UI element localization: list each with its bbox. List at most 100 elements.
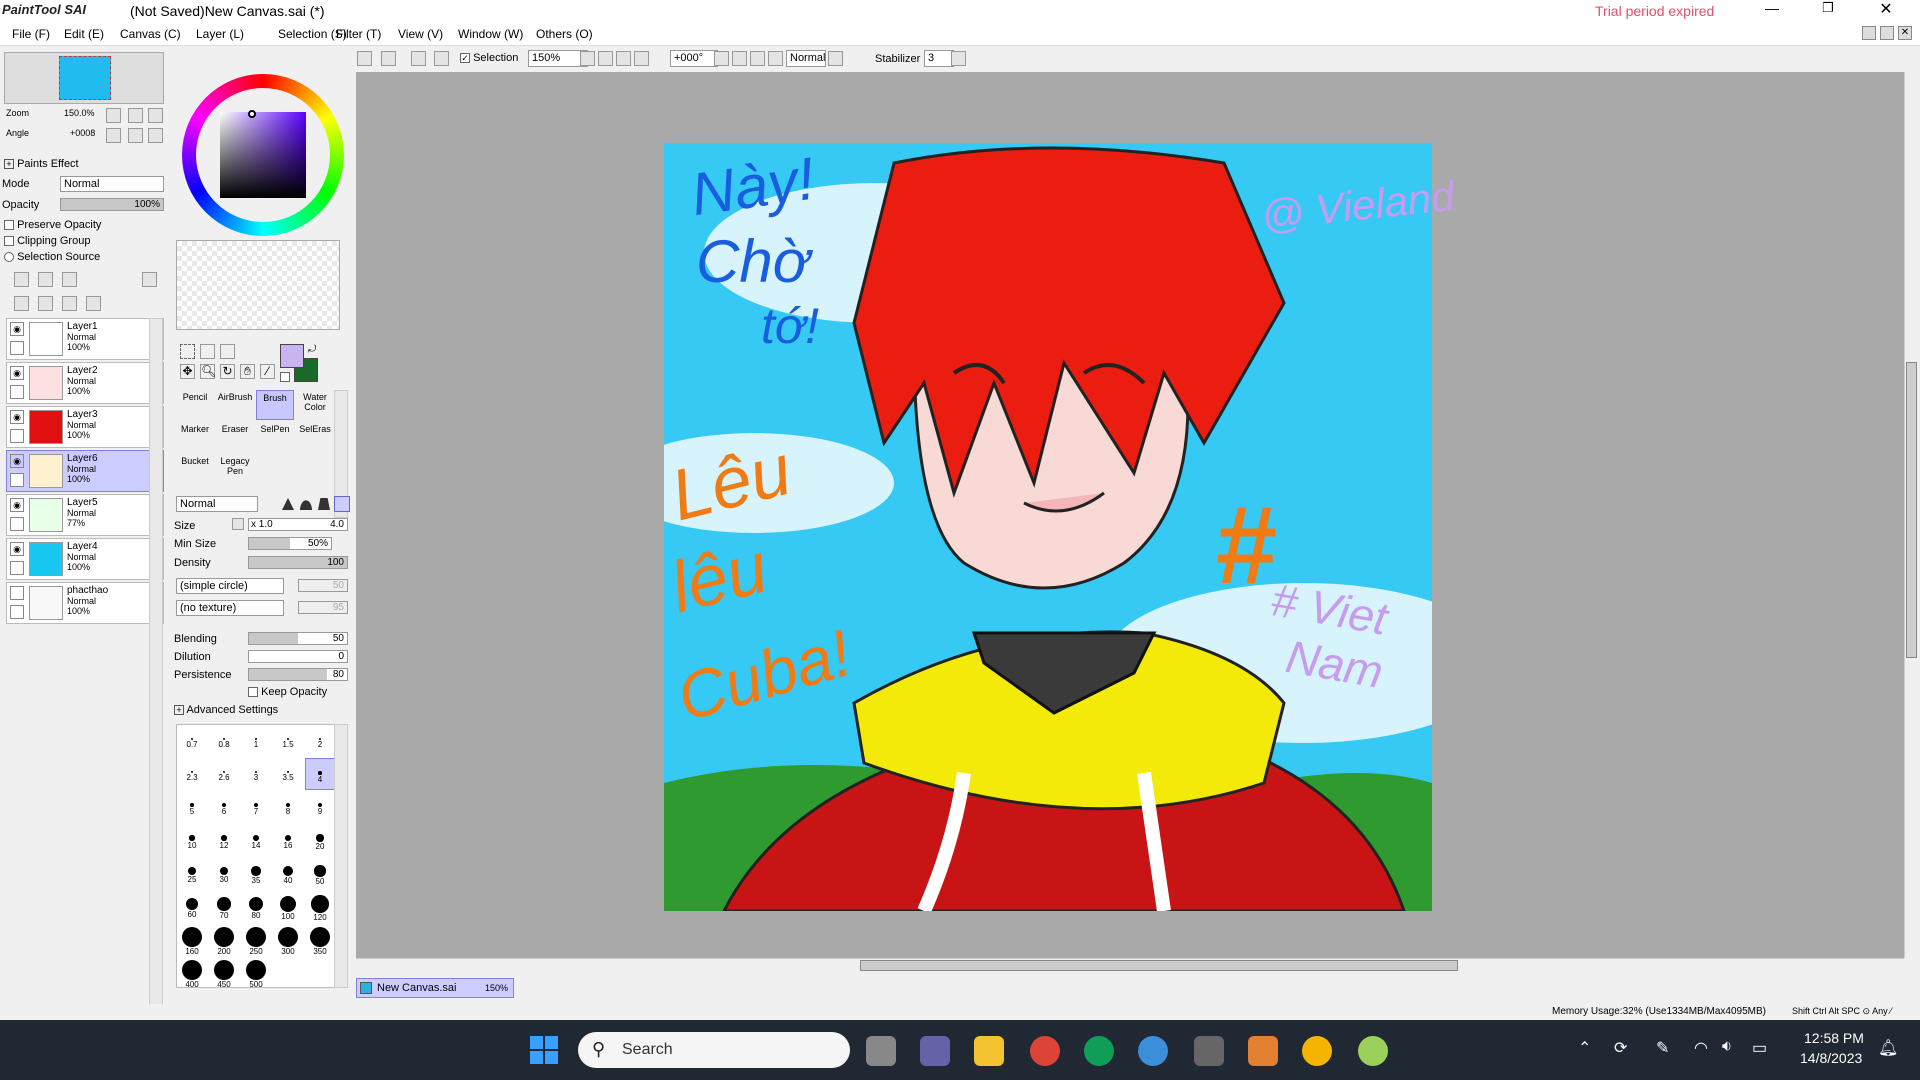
size-slider[interactable]: x 1.0 4.0 [248, 518, 348, 531]
nav-zoom-in-button[interactable] [128, 108, 143, 123]
zoom-in-button[interactable] [616, 51, 631, 66]
keep-opacity-option[interactable]: Keep Opacity [248, 686, 327, 698]
brush-size-option[interactable]: 500 [241, 956, 271, 989]
pen-icon[interactable]: ✎ [1656, 1038, 1669, 1058]
shape-strength-slider[interactable]: 50 [298, 579, 348, 592]
tool-brush[interactable]: Brush [256, 390, 294, 420]
opacity-slider[interactable]: 100% [60, 198, 164, 211]
horizontal-scroll-thumb[interactable] [860, 960, 1458, 971]
vertical-scroll-thumb[interactable] [1906, 362, 1917, 658]
brush-size-option[interactable]: 1.5 [273, 725, 303, 757]
panel-minimize-icon[interactable] [1862, 26, 1876, 40]
tool-selpen[interactable]: SelPen [256, 422, 294, 452]
layer-scrollbar[interactable] [149, 318, 163, 1026]
layer-item[interactable]: ◉ Layer3 Normal 100% [6, 406, 164, 448]
stabilizer-dropdown-icon[interactable] [951, 51, 966, 66]
magic-wand-icon[interactable] [220, 344, 235, 359]
transparent-color-icon[interactable] [280, 372, 290, 382]
volume-icon[interactable]: 🔉︎ [1722, 1038, 1732, 1056]
brush-texture-select[interactable]: (no texture) [176, 600, 284, 616]
new-layer-button[interactable] [14, 272, 29, 287]
eye-icon[interactable]: ◉ [10, 498, 24, 512]
brush-size-option[interactable]: 0.8 [209, 725, 239, 757]
density-slider[interactable]: 100 [248, 556, 348, 569]
minimize-button[interactable]: — [1760, 0, 1784, 20]
persistence-slider[interactable]: 80 [248, 668, 348, 681]
nav-rotate-right-button[interactable] [128, 128, 143, 143]
brush-size-option[interactable]: 70 [209, 890, 239, 922]
brush-size-option[interactable]: 14 [241, 824, 271, 856]
dilution-slider[interactable]: 0 [248, 650, 348, 663]
new-linework-layer-button[interactable] [38, 272, 53, 287]
navigator-preview[interactable] [4, 52, 164, 104]
brush-size-option[interactable]: 120 [305, 890, 335, 922]
taskbar-search[interactable]: ⚲ Search [578, 1032, 850, 1068]
brush-size-option[interactable]: 35 [241, 857, 271, 889]
brush-size-option[interactable]: 450 [209, 956, 239, 989]
teams-icon[interactable] [920, 1036, 950, 1066]
up-arrow-icon[interactable]: ⌃ [1578, 1038, 1591, 1058]
brush-size-option[interactable]: 6 [209, 791, 239, 823]
tool-marker[interactable]: Marker [176, 422, 214, 452]
eye-icon[interactable]: ◉ [10, 322, 24, 336]
brush-size-option[interactable]: 9 [305, 791, 335, 823]
advanced-settings-toggle[interactable]: + Advanced Settings [174, 704, 278, 716]
nav-rotate-reset-button[interactable] [148, 128, 163, 143]
canvas-tab[interactable]: New Canvas.sai 150% [356, 978, 514, 998]
layer-lock-icon[interactable] [10, 341, 24, 355]
brush-size-option[interactable]: 400 [177, 956, 207, 989]
brush-size-option[interactable]: 250 [241, 923, 271, 956]
merge-down-button[interactable] [38, 296, 53, 311]
layer-item[interactable]: ◉ Layer1 Normal 100% [6, 318, 164, 360]
size-mult-dropdown[interactable] [232, 518, 244, 530]
layer-item[interactable]: ◉ Layer5 Normal 77% [6, 494, 164, 536]
menu-layer[interactable]: Layer (L) [196, 27, 244, 41]
blend-mode-select[interactable]: Normal [786, 50, 826, 67]
deselect-button[interactable] [411, 51, 426, 66]
brush-size-scrollbar[interactable] [334, 724, 348, 988]
keep-opacity-checkbox[interactable] [248, 687, 258, 698]
brush-size-option[interactable]: 2.3 [177, 758, 207, 790]
primary-color-swatch[interactable] [280, 344, 304, 368]
rotate-tool-icon[interactable]: ↻ [220, 364, 235, 379]
brush-size-option[interactable]: 60 [177, 890, 207, 922]
invert-selection-button[interactable] [434, 51, 449, 66]
zoom-dropdown-icon[interactable] [580, 51, 595, 66]
clipping-group-checkbox[interactable] [4, 236, 14, 247]
app-globe-icon[interactable] [1138, 1036, 1168, 1066]
chrome-other-icon[interactable] [1302, 1036, 1332, 1066]
angle-select[interactable]: +000° [670, 50, 718, 67]
undo-button[interactable] [357, 51, 372, 66]
panel-restore-icon[interactable] [1880, 26, 1894, 40]
transfer-down-button[interactable] [14, 296, 29, 311]
menu-filter[interactable]: Filter (T) [336, 27, 381, 41]
menu-canvas[interactable]: Canvas (C) [120, 27, 181, 41]
tool-pencil[interactable]: Pencil [176, 390, 214, 420]
stabilizer-select[interactable]: 3 [924, 50, 954, 67]
brush-shape-select[interactable]: (simple circle) [176, 578, 284, 594]
brush-size-option[interactable]: 16 [273, 824, 303, 856]
usb-icon[interactable] [1194, 1036, 1224, 1066]
brush-size-option[interactable]: 4 [305, 758, 335, 790]
sai-app-icon[interactable] [1358, 1036, 1388, 1066]
layer-lock-icon[interactable] [10, 561, 24, 575]
selection-source-radio[interactable] [4, 252, 14, 263]
color-saturation-square[interactable] [220, 112, 306, 198]
move-icon[interactable]: ✥ [180, 364, 195, 379]
brush-size-option[interactable]: 10 [177, 824, 207, 856]
eye-icon[interactable]: ◉ [10, 410, 24, 424]
tool-eraser[interactable]: Eraser [216, 422, 254, 452]
paints-effect-header[interactable]: + Paints Effect [4, 158, 79, 170]
flip-button[interactable] [828, 51, 843, 66]
brush-size-option[interactable]: 5 [177, 791, 207, 823]
menu-others[interactable]: Others (O) [536, 27, 593, 41]
clock-date[interactable]: 14/8/2023 [1800, 1050, 1862, 1066]
brush-size-option[interactable]: 350 [305, 923, 335, 956]
menu-edit[interactable]: Edit (E) [64, 27, 104, 41]
menu-file[interactable]: File (F) [12, 27, 50, 41]
scratchpad[interactable] [176, 240, 340, 330]
layer-item[interactable]: ◉ Layer2 Normal 100% [6, 362, 164, 404]
file-explorer-icon[interactable] [974, 1036, 1004, 1066]
tool-legacy-pen[interactable]: Legacy Pen [216, 454, 254, 484]
chrome-icon[interactable] [1030, 1036, 1060, 1066]
